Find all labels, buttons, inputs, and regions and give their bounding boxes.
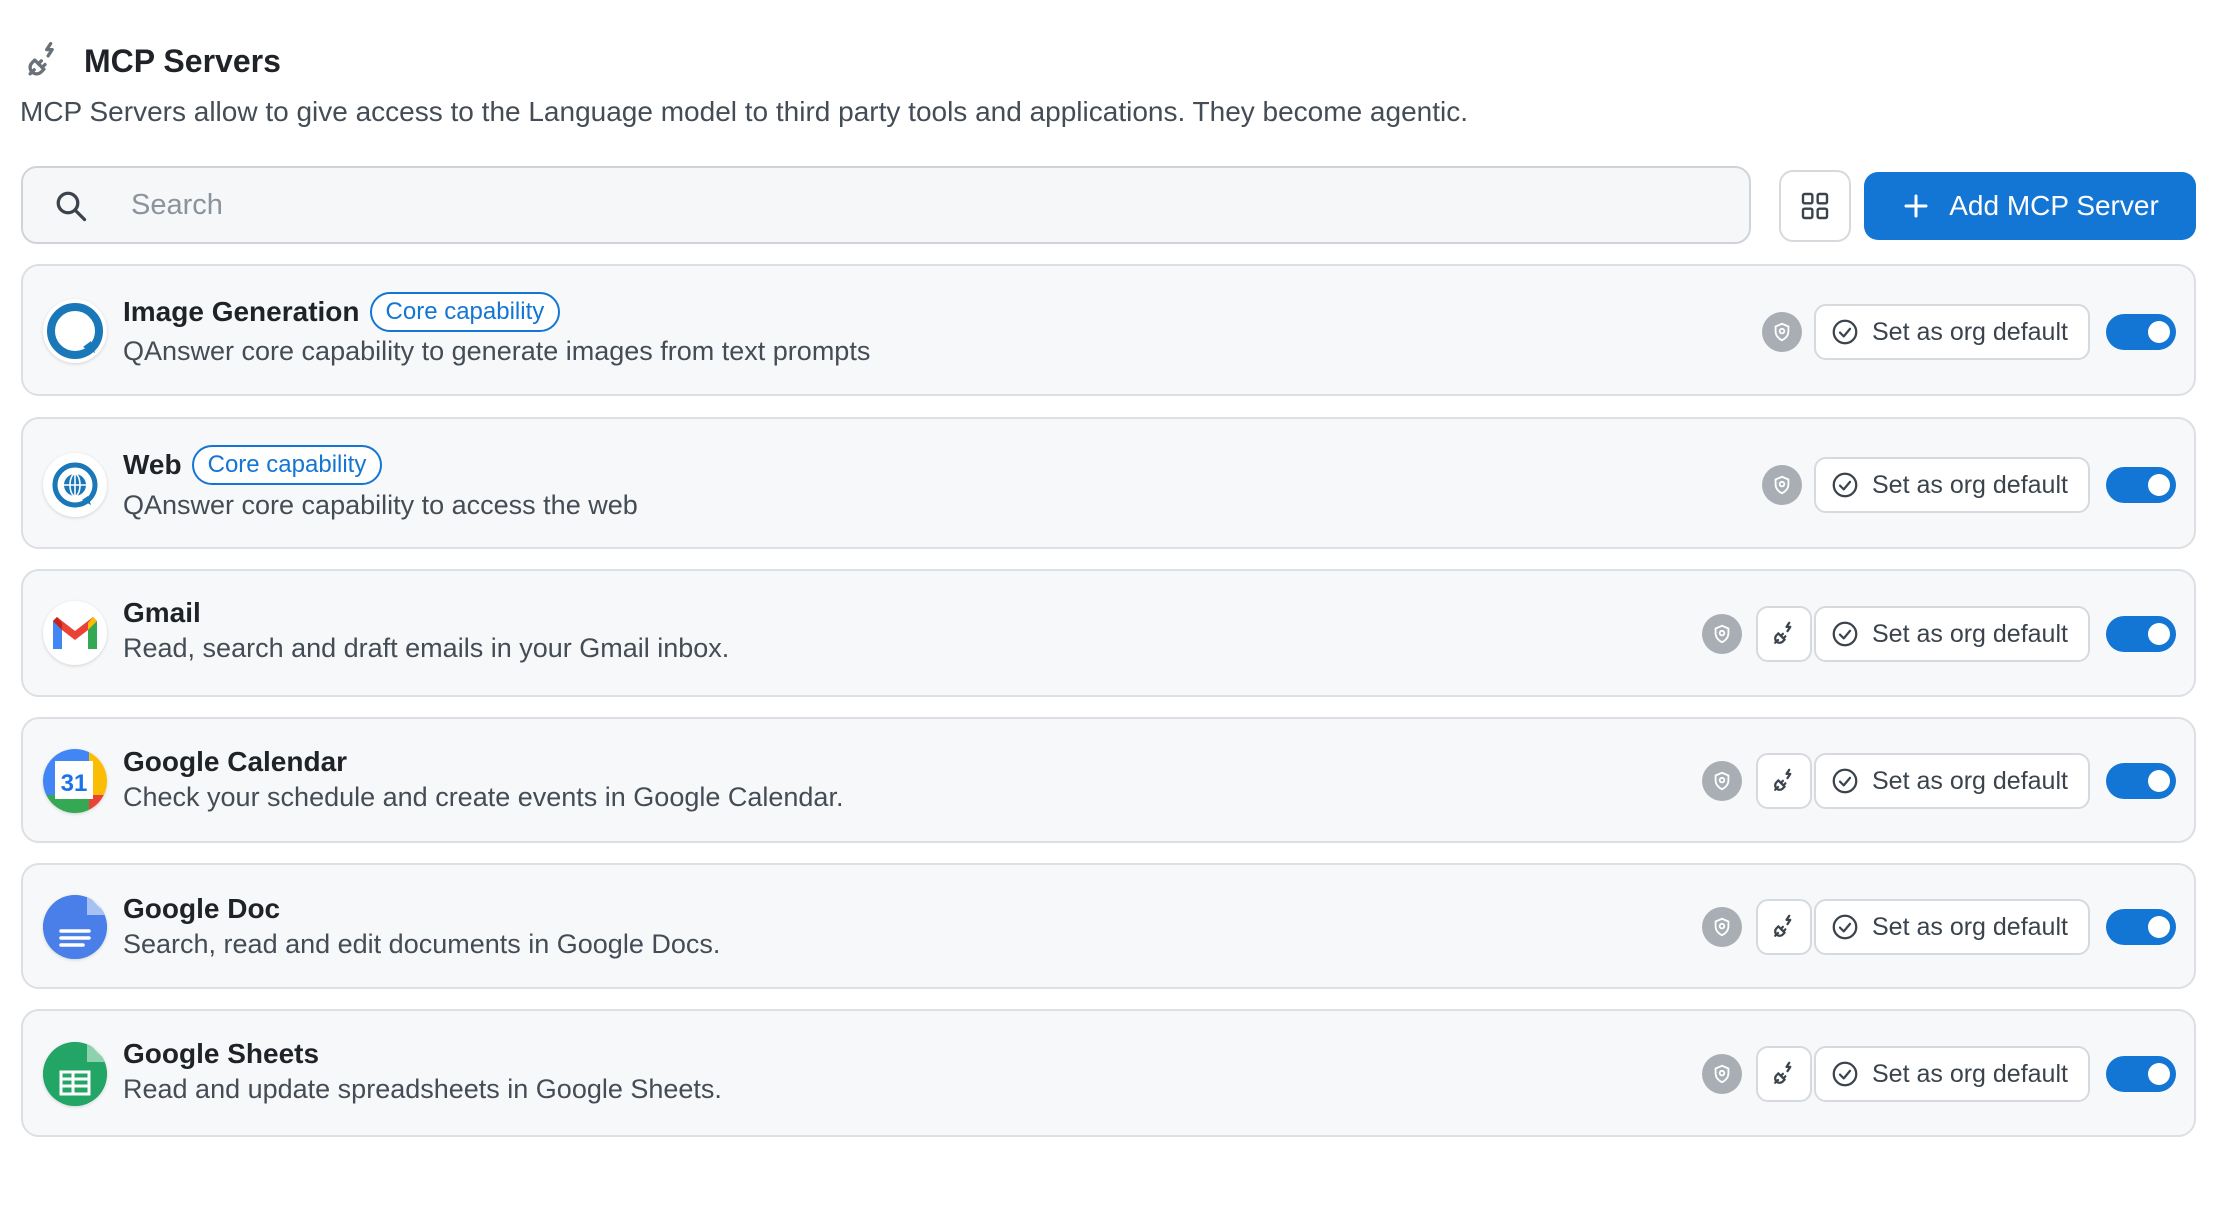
shield-icon[interactable] xyxy=(1702,614,1742,654)
server-card-google-calendar: 31 Google Calendar Check your schedule a… xyxy=(21,717,2196,843)
check-circle-icon xyxy=(1832,768,1858,794)
grid-icon xyxy=(1801,192,1829,220)
server-description: Check your schedule and create events in… xyxy=(123,782,844,812)
page-description: MCP Servers allow to give access to the … xyxy=(20,96,1469,127)
search-icon xyxy=(56,191,87,222)
server-description: Read, search and draft emails in your Gm… xyxy=(123,633,730,663)
qanswer-logo xyxy=(43,299,107,363)
shield-icon[interactable] xyxy=(1702,1054,1742,1094)
core-capability-badge: Core capability xyxy=(191,445,383,485)
server-description: QAnswer core capability to generate imag… xyxy=(123,336,871,366)
set-org-default-label: Set as org default xyxy=(1872,619,2068,648)
plus-icon xyxy=(1904,194,1928,218)
server-name: Web xyxy=(123,449,182,480)
enable-toggle[interactable] xyxy=(2106,467,2176,503)
set-org-default-label: Set as org default xyxy=(1872,912,2068,941)
server-card-google-sheets: Google Sheets Read and update spreadshee… xyxy=(21,1009,2196,1137)
mcp-servers-page: MCP Servers MCP Servers allow to give ac… xyxy=(0,0,2220,1206)
check-circle-icon xyxy=(1832,621,1858,647)
calendar-day: 31 xyxy=(61,770,88,797)
set-org-default-button[interactable]: Set as org default xyxy=(1814,457,2090,513)
connect-button[interactable] xyxy=(1756,606,1812,662)
shield-icon[interactable] xyxy=(1702,761,1742,801)
shield-icon[interactable] xyxy=(1762,465,1802,505)
enable-toggle[interactable] xyxy=(2106,763,2176,799)
globe-icon xyxy=(43,453,107,517)
check-circle-icon xyxy=(1832,914,1858,940)
plug-icon xyxy=(20,38,66,84)
gmail-logo xyxy=(43,601,107,665)
google-calendar-logo: 31 xyxy=(43,749,107,813)
server-name: Google Doc xyxy=(123,893,281,924)
enable-toggle[interactable] xyxy=(2106,1056,2176,1092)
plug-icon xyxy=(1774,1061,1792,1084)
set-org-default-label: Set as org default xyxy=(1872,766,2068,795)
google-sheets-logo xyxy=(43,1042,107,1106)
connect-button[interactable] xyxy=(1756,899,1812,955)
server-name: Google Sheets xyxy=(123,1038,320,1069)
server-card-gmail: Gmail Read, search and draft emails in y… xyxy=(21,569,2196,697)
check-circle-icon xyxy=(1832,1061,1858,1087)
page-header: MCP Servers xyxy=(20,38,281,84)
add-mcp-server-button[interactable]: Add MCP Server xyxy=(1864,172,2196,240)
set-org-default-button[interactable]: Set as org default xyxy=(1814,1046,2090,1102)
check-circle-icon xyxy=(1832,472,1858,498)
set-org-default-button[interactable]: Set as org default xyxy=(1814,606,2090,662)
shield-icon[interactable] xyxy=(1702,907,1742,947)
enable-toggle[interactable] xyxy=(2106,616,2176,652)
set-org-default-label: Set as org default xyxy=(1872,1059,2068,1088)
server-description: Read and update spreadsheets in Google S… xyxy=(123,1074,722,1104)
connect-button[interactable] xyxy=(1756,1046,1812,1102)
shield-icon[interactable] xyxy=(1762,312,1802,352)
enable-toggle[interactable] xyxy=(2106,909,2176,945)
set-org-default-button[interactable]: Set as org default xyxy=(1814,304,2090,360)
set-org-default-label: Set as org default xyxy=(1872,317,2068,346)
set-org-default-label: Set as org default xyxy=(1872,470,2068,499)
server-card-image-generation: Image Generation Core capability QAnswer… xyxy=(21,264,2196,396)
check-circle-icon xyxy=(1832,319,1858,345)
server-card-google-doc: Google Doc Search, read and edit documen… xyxy=(21,863,2196,989)
enable-toggle[interactable] xyxy=(2106,314,2176,350)
server-name: Google Calendar xyxy=(123,746,348,777)
page-title: MCP Servers xyxy=(84,42,281,79)
server-name: Gmail xyxy=(123,597,201,628)
search-input[interactable] xyxy=(131,168,1631,242)
set-org-default-button[interactable]: Set as org default xyxy=(1814,899,2090,955)
server-name: Image Generation xyxy=(123,296,360,327)
core-capability-badge: Core capability xyxy=(369,292,561,332)
plug-icon xyxy=(1774,621,1792,644)
plug-icon xyxy=(1774,768,1792,791)
server-description: QAnswer core capability to access the we… xyxy=(123,490,638,520)
server-description: Search, read and edit documents in Googl… xyxy=(123,929,721,959)
search-bar[interactable] xyxy=(21,166,1751,244)
server-card-web: Web Core capability QAnswer core capabil… xyxy=(21,417,2196,549)
plug-icon xyxy=(1774,914,1792,937)
add-mcp-server-label: Add MCP Server xyxy=(1949,190,2159,221)
set-org-default-button[interactable]: Set as org default xyxy=(1814,753,2090,809)
google-docs-logo xyxy=(43,895,107,959)
grid-view-button[interactable] xyxy=(1779,170,1851,242)
connect-button[interactable] xyxy=(1756,753,1812,809)
